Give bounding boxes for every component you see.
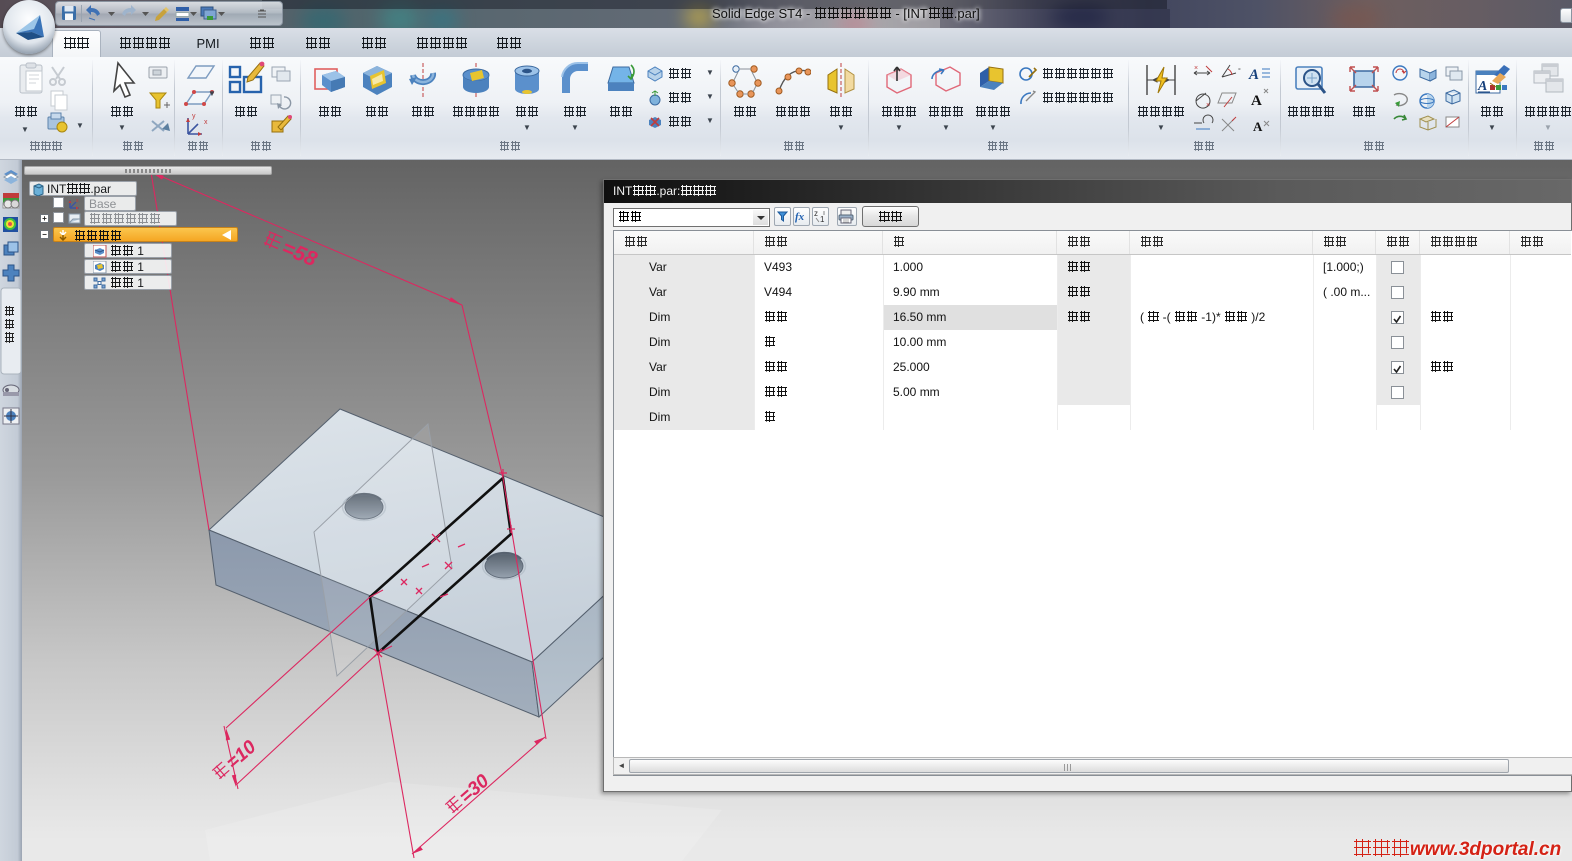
svg-text:1: 1 (820, 215, 825, 224)
svg-text:x: x (76, 198, 79, 204)
svg-text:=30: =30 (455, 770, 493, 807)
svg-text:fx: fx (795, 211, 805, 223)
svg-text:z: z (814, 209, 818, 218)
svg-text:y: y (192, 113, 196, 120)
svg-text:x: x (204, 119, 208, 126)
